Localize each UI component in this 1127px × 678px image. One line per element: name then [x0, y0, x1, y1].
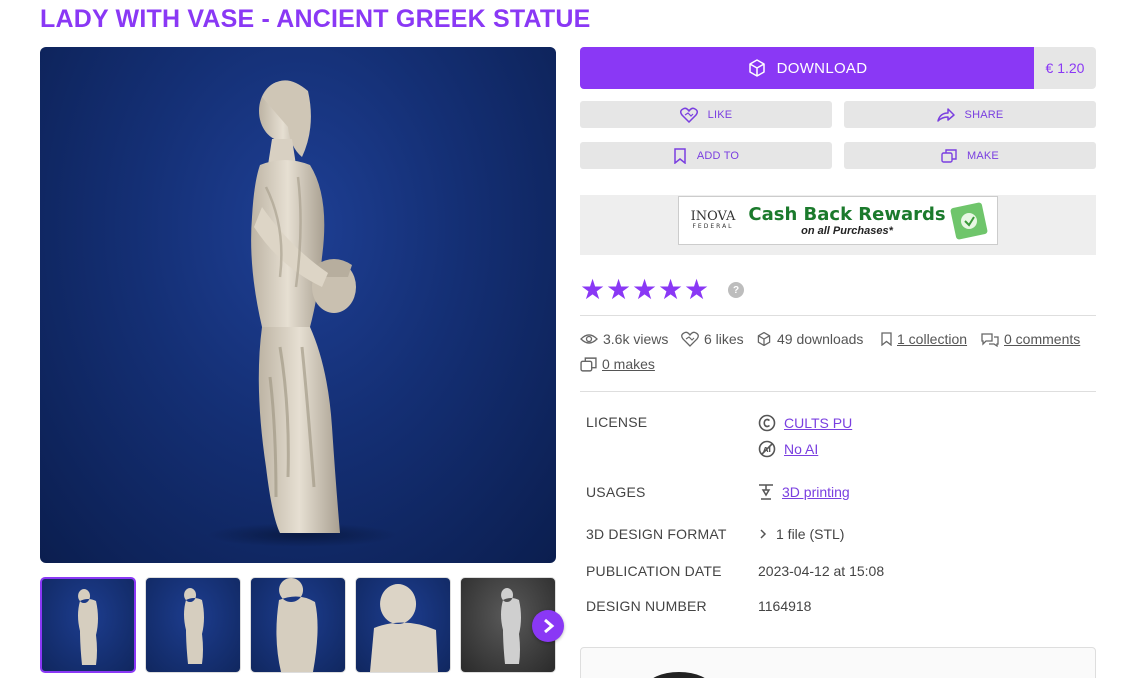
add-to-label: ADD TO — [696, 149, 740, 162]
makes-link[interactable]: 0 makes — [602, 356, 655, 372]
format-value[interactable]: 1 file (STL) — [758, 526, 844, 542]
star-icon: ★ — [658, 274, 684, 305]
ad-text: Cash Back Rewards on all Purchases* — [747, 204, 947, 237]
license-link[interactable]: CULTS PU — [784, 415, 852, 431]
gallery-next-button[interactable] — [532, 610, 564, 642]
ad-logo-text: INOVA — [690, 209, 736, 225]
comments-stat[interactable]: 0 comments — [981, 331, 1080, 347]
format-text: 1 file (STL) — [776, 526, 845, 542]
views-count: 3.6k views — [603, 331, 669, 347]
no-ai-value: AI No AI — [758, 440, 818, 458]
likes-stat: 6 likes — [681, 331, 744, 347]
no-ai-link[interactable]: No AI — [784, 441, 818, 457]
ad-subline: on all Purchases* — [801, 225, 893, 237]
advertisement-area: INOVA FEDERAL Cash Back Rewards on all P… — [580, 195, 1096, 255]
copies-icon — [941, 148, 957, 163]
box-icon — [757, 331, 771, 347]
copies-icon — [580, 356, 597, 372]
ad-banner[interactable]: INOVA FEDERAL Cash Back Rewards on all P… — [678, 196, 998, 245]
main-product-image[interactable] — [40, 47, 556, 563]
price-label: € 1.20 — [1034, 47, 1096, 89]
thumbnail-strip — [40, 577, 556, 673]
download-button-group: DOWNLOAD € 1.20 — [580, 47, 1096, 89]
collections-stat[interactable]: 1 collection — [881, 331, 967, 347]
avatar[interactable] — [647, 672, 711, 678]
license-label: LICENSE — [586, 414, 648, 430]
statue-illustration — [207, 80, 397, 547]
heart-icon — [679, 107, 698, 123]
collections-link[interactable]: 1 collection — [897, 331, 967, 347]
bookmark-icon — [674, 147, 686, 164]
like-button[interactable]: LIKE — [580, 101, 832, 128]
divider — [580, 391, 1096, 392]
format-label: 3D DESIGN FORMAT — [586, 526, 727, 542]
publication-value: 2023-04-12 at 15:08 — [758, 563, 885, 579]
rating-stars: ★ ★ ★ ★ ★ ? — [580, 276, 744, 304]
bookmark-icon — [881, 332, 892, 346]
download-button[interactable]: DOWNLOAD — [580, 47, 1034, 89]
license-value: CULTS PU — [758, 414, 852, 432]
comments-icon — [981, 332, 999, 347]
star-icon: ★ — [632, 274, 658, 305]
downloads-count: 49 downloads — [777, 331, 864, 347]
design-number-value: 1164918 — [758, 598, 812, 614]
chevron-right-icon — [544, 619, 555, 633]
copyright-icon — [758, 414, 776, 432]
make-button[interactable]: MAKE — [844, 142, 1096, 169]
comments-link[interactable]: 0 comments — [1004, 331, 1080, 347]
star-icon: ★ — [580, 274, 606, 305]
ad-logo: INOVA FEDERAL — [679, 209, 747, 231]
views-stat: 3.6k views — [580, 331, 668, 347]
share-icon — [936, 107, 955, 122]
3d-printer-icon — [759, 484, 773, 500]
publication-label: PUBLICATION DATE — [586, 563, 722, 579]
star-icon: ★ — [606, 274, 632, 305]
add-to-button[interactable]: ADD TO — [580, 142, 832, 169]
star-icon: ★ — [684, 274, 710, 305]
design-number-label: DESIGN NUMBER — [586, 598, 707, 614]
svg-text:AI: AI — [763, 446, 771, 454]
usages-value: 3D printing — [758, 483, 850, 501]
usages-link[interactable]: 3D printing — [782, 484, 850, 500]
page-title: LADY WITH VASE - ANCIENT GREEK STATUE — [40, 5, 591, 33]
rating-help-icon[interactable]: ? — [728, 282, 744, 298]
ad-logo-subtext: FEDERAL — [692, 223, 734, 231]
downloads-stat: 49 downloads — [756, 331, 863, 347]
ad-headline: Cash Back Rewards — [748, 204, 946, 225]
no-ai-icon: AI — [758, 440, 776, 458]
eye-icon — [580, 334, 598, 344]
box-icon — [748, 59, 765, 77]
thumbnail[interactable] — [40, 577, 136, 673]
designer-card — [580, 647, 1096, 678]
likes-count: 6 likes — [704, 331, 744, 347]
make-label: MAKE — [967, 149, 999, 162]
cash-icon — [950, 202, 988, 239]
chevron-right-icon — [760, 529, 767, 539]
download-label: DOWNLOAD — [776, 59, 868, 77]
thumbnail[interactable] — [355, 577, 451, 673]
thumbnail[interactable] — [145, 577, 241, 673]
thumbnail[interactable] — [250, 577, 346, 673]
heart-icon — [681, 331, 699, 347]
share-label: SHARE — [964, 108, 1004, 121]
makes-stat[interactable]: 0 makes — [580, 356, 655, 372]
divider — [580, 315, 1096, 316]
like-label: LIKE — [707, 108, 733, 121]
usages-label: USAGES — [586, 484, 646, 500]
share-button[interactable]: SHARE — [844, 101, 1096, 128]
